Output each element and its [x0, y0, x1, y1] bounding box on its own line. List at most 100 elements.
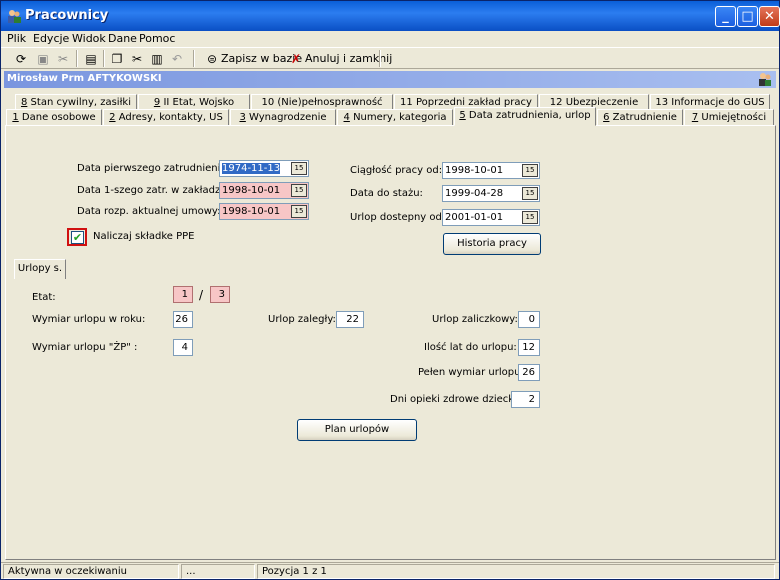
tab-number: 3	[239, 112, 246, 123]
advance-leave-field[interactable]: 0	[518, 311, 540, 328]
tab-dane-osobowe[interactable]: 1 Dane osobowe	[6, 109, 102, 126]
date-value: 1999-04-28	[445, 188, 504, 199]
tab-urlopy[interactable]: Urlopy s.	[14, 259, 66, 279]
work-history-button[interactable]: Historia pracy	[443, 233, 541, 255]
application-window: Pracownicy _ □ ✕ Plik Edycje Widok Dane …	[0, 0, 780, 580]
employee-name: Mirosław Prm AFTYKOWSKI	[7, 73, 162, 84]
tab-wynagrodzenie[interactable]: 3 Wynagrodzenie	[230, 109, 336, 126]
close-button[interactable]: ✕	[759, 6, 780, 27]
tab-number: 5	[459, 110, 466, 121]
continuity-label: Ciągłość pracy od:	[350, 165, 443, 176]
maximize-button[interactable]: □	[737, 6, 758, 27]
calendar-icon[interactable]: 15	[291, 184, 307, 197]
tab-label: Stan cywilny, zasiłki	[30, 97, 132, 108]
status-state: Aktywna w oczekiwaniu	[3, 564, 179, 579]
leave-plan-button[interactable]: Plan urlopów	[297, 419, 417, 441]
properties-icon[interactable]: ▤	[83, 51, 99, 67]
tab-label: Numery, kategoria	[353, 112, 447, 123]
people-icon	[759, 73, 771, 86]
status-dots: ...	[181, 564, 255, 579]
date-value: 2001-01-01	[445, 212, 504, 223]
tab-number: 2	[109, 112, 116, 123]
date-value: 1998-10-01	[445, 165, 504, 176]
current-contract-start-date-field[interactable]: 1998-10-01 15	[219, 203, 309, 220]
childcare-days-field[interactable]: 2	[511, 391, 540, 408]
menu-pomoc[interactable]: Pomoc	[139, 32, 175, 45]
record-header: Mirosław Prm AFTYKOWSKI	[4, 71, 776, 88]
copy-icon[interactable]: ❐	[109, 51, 125, 67]
refresh-icon[interactable]: ⟳	[13, 51, 29, 67]
tab-number: 11	[400, 97, 413, 108]
tab-number: 1	[12, 112, 19, 123]
calendar-icon[interactable]: 15	[522, 187, 538, 200]
menu-plik[interactable]: Plik	[7, 32, 26, 45]
toolbar-separator	[379, 50, 381, 67]
undo-icon[interactable]: ↶	[169, 51, 185, 67]
menu-dane[interactable]: Dane	[108, 32, 137, 45]
first-employment-in-company-date-field[interactable]: 1998-10-01 15	[219, 182, 309, 199]
toolbar-separator	[76, 50, 78, 67]
tab-numery-kategoria[interactable]: 4 Numery, kategoria	[337, 109, 453, 126]
ppe-checkbox[interactable]: ✔	[71, 231, 84, 244]
menu-bar: Plik Edycje Widok Dane Pomoc	[1, 31, 779, 47]
first-employment-label: Data pierwszego zatrudnienia:	[77, 163, 230, 174]
etat-denominator-field[interactable]: 3	[210, 286, 230, 303]
tab-label: Dane osobowe	[21, 112, 96, 123]
leave-available-label: Urlop dostepny od:	[350, 212, 446, 223]
tab-number: 4	[343, 112, 350, 123]
menu-widok[interactable]: Widok	[72, 32, 106, 45]
tab-adresy-kontakty[interactable]: 2 Adresy, kontakty, US	[103, 109, 229, 126]
tab-label: Zatrudnienie	[612, 112, 677, 123]
paste-icon[interactable]: ▥	[149, 51, 165, 67]
tab-label: (Nie)pełnosprawność	[277, 97, 383, 108]
tab-number: 6	[603, 112, 610, 123]
tab-label: Adresy, kontakty, US	[118, 112, 223, 123]
seniority-date-label: Data do stażu:	[350, 188, 423, 199]
date-value: 1998-10-01	[222, 206, 281, 217]
tab-number: 8	[20, 97, 28, 108]
etat-numerator-field[interactable]: 1	[173, 286, 193, 303]
toolbar: ⟳ ▣ ✂ ▤ ❐ ✂ ▥ ↶ ⊜ Zapisz w bazie ✗ Anulu…	[1, 47, 779, 69]
etat-separator: /	[199, 288, 204, 302]
continuity-date-field[interactable]: 1998-10-01 15	[442, 162, 540, 179]
full-leave-label: Pełen wymiar urlopu:	[418, 367, 524, 378]
tab-label: Wynagrodzenie	[249, 112, 327, 123]
calendar-icon[interactable]: 15	[291, 162, 307, 175]
cut-icon[interactable]: ✂	[129, 51, 145, 67]
annual-leave-label: Wymiar urlopu w roku:	[32, 314, 146, 325]
title-bar[interactable]: Pracownicy _ □ ✕	[1, 1, 780, 31]
calendar-icon[interactable]: 15	[522, 211, 538, 224]
toolbar-separator	[103, 50, 105, 67]
save-disk-icon[interactable]: ▣	[35, 51, 51, 67]
ppe-checkbox-label[interactable]: Naliczaj składke PPE	[93, 231, 194, 242]
seniority-date-field[interactable]: 1999-04-28 15	[442, 185, 540, 202]
years-to-leave-field[interactable]: 12	[518, 339, 540, 356]
first-employment-in-company-label: Data 1-szego zatr. w zakładzie:	[77, 185, 233, 196]
overdue-leave-field[interactable]: 22	[336, 311, 364, 328]
menu-edycje[interactable]: Edycje	[33, 32, 69, 45]
zp-leave-label: Wymiar urlopu "ŻP" :	[32, 342, 138, 353]
tab-number: 10	[261, 97, 275, 108]
tab-umiejetnosci[interactable]: 7 Umiejętności	[684, 109, 774, 126]
status-bar: Aktywna w oczekiwaniu ... Pozycja 1 z 1	[1, 562, 779, 579]
leave-available-date-field[interactable]: 2001-01-01 15	[442, 209, 540, 226]
first-employment-date-field[interactable]: 1974-11-13 15	[219, 160, 309, 177]
zp-leave-field[interactable]: 4	[173, 339, 193, 356]
date-value: 1974-11-13	[222, 163, 281, 174]
save-database-icon[interactable]: ⊜	[204, 51, 220, 67]
years-to-leave-label: Ilość lat do urlopu:	[424, 342, 517, 353]
minimize-button[interactable]: _	[715, 6, 736, 27]
status-position: Pozycja 1 z 1	[257, 564, 775, 579]
full-leave-field[interactable]: 26	[518, 364, 540, 381]
calendar-icon[interactable]: 15	[291, 205, 307, 218]
tab-zatrudnienie[interactable]: 6 Zatrudnienie	[597, 109, 683, 126]
cancel-close-icon[interactable]: ✗	[288, 51, 304, 67]
calendar-icon[interactable]: 15	[522, 164, 538, 177]
delete-icon[interactable]: ✂	[55, 51, 71, 67]
tab-data-zatrudnienia[interactable]: 5 Data zatrudnienia, urlop	[454, 107, 596, 126]
toolbar-separator	[193, 50, 195, 67]
overdue-leave-label: Urlop zaległy:	[268, 314, 336, 325]
childcare-days-label: Dni opieki zdrowe dziecko:	[390, 394, 524, 405]
annual-leave-field[interactable]: 26	[173, 311, 193, 328]
tab-label: Data zatrudnienia, urlop	[468, 110, 591, 121]
